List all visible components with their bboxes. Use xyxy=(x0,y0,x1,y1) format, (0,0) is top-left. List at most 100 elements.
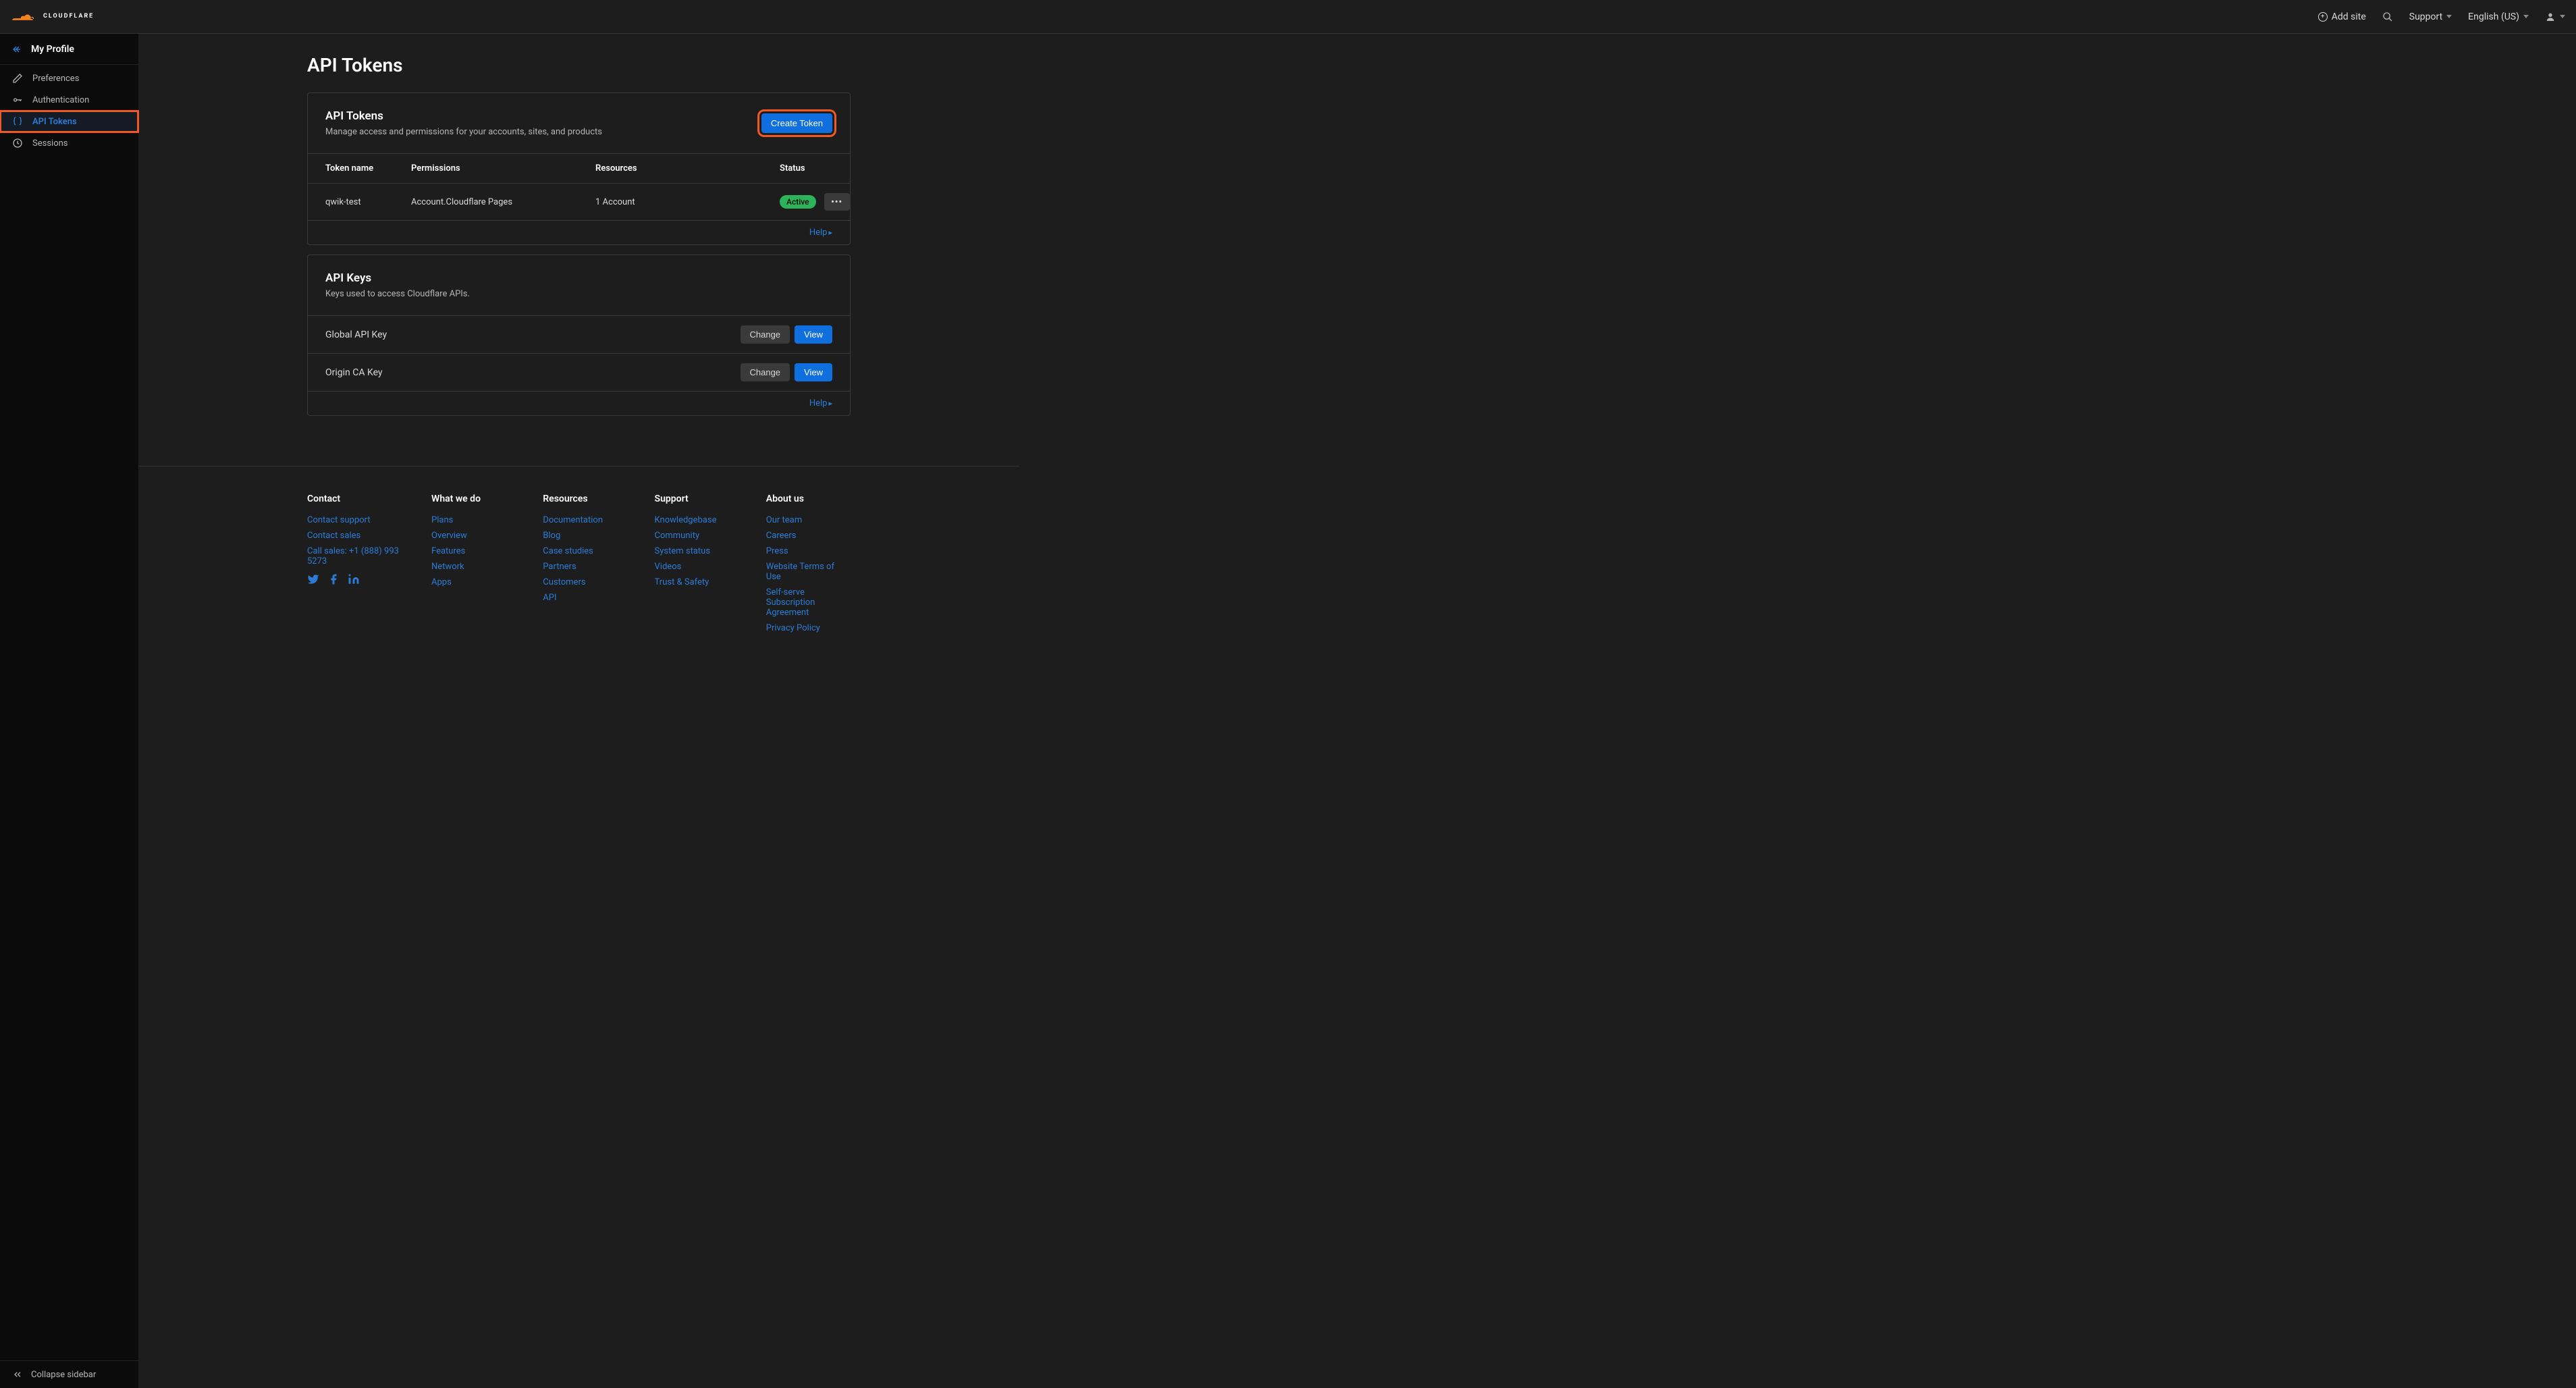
footer-link[interactable]: Network xyxy=(431,562,516,572)
sidebar-header: My Profile xyxy=(0,34,138,65)
footer-link[interactable]: Self-serve Subscription Agreement xyxy=(766,587,851,618)
sidebar-nav: Preferences Authentication API Tokens xyxy=(0,65,138,154)
key-icon xyxy=(12,95,23,105)
facebook-icon[interactable] xyxy=(327,573,340,585)
footer-link[interactable]: Apps xyxy=(431,577,516,587)
footer-link[interactable]: Contact support xyxy=(307,515,404,525)
footer-heading: Contact xyxy=(307,493,404,504)
sidebar-item-label: API Tokens xyxy=(32,117,77,127)
footer-link[interactable]: Website Terms of Use xyxy=(766,562,851,582)
footer-link[interactable]: Documentation xyxy=(543,515,627,525)
page-title: API Tokens xyxy=(307,54,851,76)
key-row: Origin CA Key Change View xyxy=(308,353,850,391)
footer-link[interactable]: Blog xyxy=(543,531,627,541)
footer-link[interactable]: Plans xyxy=(431,515,516,525)
caret-down-icon xyxy=(2446,15,2452,18)
card-header: API Keys Keys used to access Cloudflare … xyxy=(308,255,850,315)
footer-link[interactable]: Trust & Safety xyxy=(655,577,739,587)
sidebar-item-label: Preferences xyxy=(32,74,79,84)
footer-link[interactable]: Knowledgebase xyxy=(655,515,739,525)
sidebar-item-authentication[interactable]: Authentication xyxy=(0,89,138,111)
footer-col-contact: Contact Contact support Contact sales Ca… xyxy=(307,493,404,639)
footer-link[interactable]: Features xyxy=(431,546,516,556)
change-button[interactable]: Change xyxy=(741,325,790,344)
sidebar-item-api-tokens[interactable]: API Tokens xyxy=(0,111,138,132)
footer-col-resources: Resources Documentation Blog Case studie… xyxy=(543,493,627,639)
pencil-icon xyxy=(12,73,23,84)
sidebar: My Profile Preferences Authentication xyxy=(0,34,138,1388)
footer-link[interactable]: Overview xyxy=(431,531,516,541)
footer-link[interactable]: System status xyxy=(655,546,739,556)
sidebar-title: My Profile xyxy=(31,44,74,55)
token-actions-menu[interactable]: ••• xyxy=(824,193,850,211)
token-name: qwik-test xyxy=(325,197,411,207)
cloudflare-logo[interactable]: CLOUDFLARE xyxy=(11,10,94,24)
twitter-icon[interactable] xyxy=(307,573,319,585)
clock-icon xyxy=(12,138,23,149)
sidebar-item-label: Sessions xyxy=(32,138,68,149)
footer-link[interactable]: Privacy Policy xyxy=(766,623,851,633)
footer-heading: About us xyxy=(766,493,851,504)
key-row: Global API Key Change View xyxy=(308,315,850,353)
caret-right-icon: ▸ xyxy=(828,399,832,408)
change-button[interactable]: Change xyxy=(741,363,790,381)
footer-col-about: About us Our team Careers Press Website … xyxy=(766,493,851,639)
footer-heading: What we do xyxy=(431,493,516,504)
back-arrow-icon[interactable] xyxy=(12,44,23,55)
view-button[interactable]: View xyxy=(795,363,832,381)
add-site-button[interactable]: + Add site xyxy=(2318,11,2366,22)
footer: Contact Contact support Contact sales Ca… xyxy=(138,466,1019,666)
table-header: Token name Permissions Resources Status xyxy=(308,154,850,184)
support-label: Support xyxy=(2409,11,2442,22)
caret-right-icon: ▸ xyxy=(828,228,832,237)
cloud-logo-icon xyxy=(11,10,39,24)
view-button[interactable]: View xyxy=(795,325,832,344)
language-dropdown[interactable]: English (US) xyxy=(2468,11,2529,22)
search-icon[interactable] xyxy=(2382,11,2393,22)
footer-link[interactable]: Careers xyxy=(766,531,851,541)
user-menu[interactable] xyxy=(2545,11,2565,22)
footer-link[interactable]: Call sales: +1 (888) 993 5273 xyxy=(307,546,404,566)
collapse-sidebar-button[interactable]: Collapse sidebar xyxy=(0,1360,138,1388)
card-footer: Help ▸ xyxy=(308,391,850,415)
footer-link[interactable]: Videos xyxy=(655,562,739,572)
create-token-button[interactable]: Create Token xyxy=(761,113,832,133)
key-label: Origin CA Key xyxy=(325,367,383,378)
footer-link[interactable]: Press xyxy=(766,546,851,556)
footer-link[interactable]: Case studies xyxy=(543,546,627,556)
footer-col-what-we-do: What we do Plans Overview Features Netwo… xyxy=(431,493,516,639)
footer-link[interactable]: Contact sales xyxy=(307,531,404,541)
sidebar-item-sessions[interactable]: Sessions xyxy=(0,132,138,154)
card-header: API Tokens Manage access and permissions… xyxy=(308,93,850,154)
collapse-icon xyxy=(12,1369,23,1380)
card-title: API Keys xyxy=(325,271,470,285)
support-dropdown[interactable]: Support xyxy=(2409,11,2452,22)
footer-link[interactable]: Our team xyxy=(766,515,851,525)
linkedin-icon[interactable] xyxy=(348,573,360,585)
api-tokens-card: API Tokens Manage access and permissions… xyxy=(307,92,851,245)
card-subtitle: Keys used to access Cloudflare APIs. xyxy=(325,289,470,299)
card-title: API Tokens xyxy=(325,109,602,123)
footer-link[interactable]: API xyxy=(543,593,627,603)
footer-link[interactable]: Customers xyxy=(543,577,627,587)
user-icon xyxy=(2545,11,2556,22)
footer-col-support: Support Knowledgebase Community System s… xyxy=(655,493,739,639)
col-header-permissions: Permissions xyxy=(411,163,595,174)
collapse-label: Collapse sidebar xyxy=(31,1370,96,1380)
col-header-status: Status xyxy=(780,163,805,174)
dots-icon: ••• xyxy=(831,197,842,207)
language-label: English (US) xyxy=(2468,11,2519,22)
caret-down-icon xyxy=(2560,15,2565,18)
footer-link[interactable]: Community xyxy=(655,531,739,541)
api-keys-card: API Keys Keys used to access Cloudflare … xyxy=(307,255,851,416)
help-link[interactable]: Help ▸ xyxy=(809,398,832,408)
footer-link[interactable]: Partners xyxy=(543,562,627,572)
help-link[interactable]: Help ▸ xyxy=(809,228,832,238)
footer-heading: Resources xyxy=(543,493,627,504)
card-footer: Help ▸ xyxy=(308,220,850,244)
sidebar-item-preferences[interactable]: Preferences xyxy=(0,68,138,89)
card-subtitle: Manage access and permissions for your a… xyxy=(325,127,602,137)
col-header-name: Token name xyxy=(325,163,411,174)
top-header: CLOUDFLARE + Add site Support English (U… xyxy=(0,0,2576,34)
plus-circle-icon: + xyxy=(2318,12,2328,22)
